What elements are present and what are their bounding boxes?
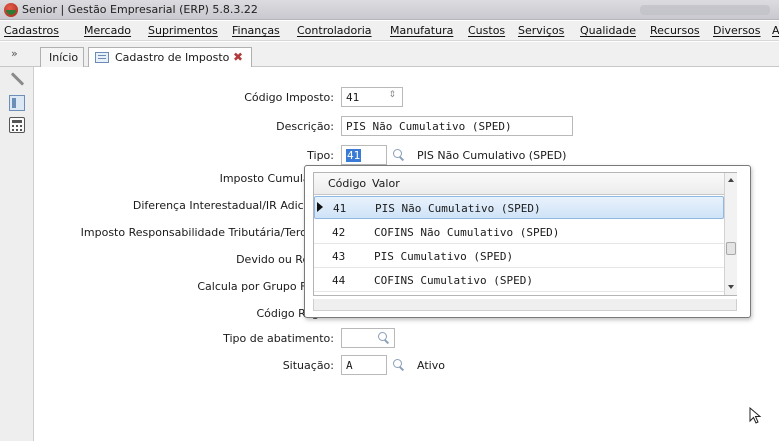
cell-valor: PIS Cumulativo (SPED) bbox=[374, 250, 514, 263]
wrench-icon[interactable] bbox=[9, 71, 25, 87]
tab-inicio[interactable]: Início bbox=[40, 47, 84, 67]
senior-app-icon bbox=[4, 3, 18, 17]
column-header-codigo[interactable]: Código bbox=[328, 177, 366, 190]
menu-cadastros[interactable]: Cadastros bbox=[4, 24, 59, 37]
cell-codigo: 44 bbox=[332, 274, 346, 287]
table-row[interactable]: 44 COFINS Cumulativo (SPED) bbox=[314, 269, 724, 292]
cell-valor: PIS Não Cumulativo (SPED) bbox=[375, 202, 541, 215]
codigo-imposto-value: 41 bbox=[346, 91, 360, 104]
menu-overflow[interactable]: A bbox=[772, 24, 779, 37]
calculator-icon[interactable] bbox=[9, 117, 25, 133]
menu-custos[interactable]: Custos bbox=[468, 24, 505, 37]
menu-financas[interactable]: Finanças bbox=[232, 24, 280, 37]
descricao-input[interactable]: PIS Não Cumulativo (SPED) bbox=[341, 116, 573, 136]
grid-header: Código Valor bbox=[314, 173, 724, 195]
menu-diversos[interactable]: Diversos bbox=[713, 24, 761, 37]
tipo-description: PIS Não Cumulativo (SPED) bbox=[417, 149, 567, 162]
vertical-scrollbar[interactable] bbox=[724, 173, 737, 295]
blurred-title-region bbox=[640, 5, 770, 15]
column-header-valor[interactable]: Valor bbox=[372, 177, 400, 190]
responsabilidade-tributaria-label: Imposto Responsabilidade Tributária/Terc… bbox=[80, 226, 334, 239]
scroll-up-icon[interactable] bbox=[728, 178, 734, 182]
search-icon[interactable] bbox=[391, 147, 407, 163]
tipo-value: 41 bbox=[346, 149, 362, 162]
horizontal-scrollbar[interactable] bbox=[313, 299, 737, 311]
tab-bar: » Início Cadastro de Imposto ✖ bbox=[0, 42, 779, 68]
descricao-label: Descrição: bbox=[276, 120, 334, 133]
codigo-imposto-input[interactable]: 41 ⇕ bbox=[341, 87, 403, 107]
table-row[interactable]: 41 PIS Não Cumulativo (SPED) bbox=[314, 196, 724, 219]
search-icon[interactable] bbox=[376, 330, 392, 346]
form-document-icon bbox=[95, 52, 109, 63]
codigo-imposto-label: Código Imposto: bbox=[244, 91, 334, 104]
lookup-grid: Código Valor 41 PIS Não Cumulativo (SPED… bbox=[313, 172, 737, 296]
close-icon[interactable]: ✖ bbox=[233, 50, 243, 64]
menu-recursos[interactable]: Recursos bbox=[650, 24, 700, 37]
table-row[interactable]: 43 PIS Cumulativo (SPED) bbox=[314, 245, 724, 268]
tipo-lookup-popup: Código Valor 41 PIS Não Cumulativo (SPED… bbox=[304, 165, 751, 318]
situacao-input[interactable]: A bbox=[341, 355, 387, 375]
left-toolstrip bbox=[0, 67, 34, 441]
menu-suprimentos[interactable]: Suprimentos bbox=[148, 24, 218, 37]
tab-inicio-label: Início bbox=[49, 51, 79, 64]
cell-codigo: 42 bbox=[332, 226, 346, 239]
window-title: Senior | Gestão Empresarial (ERP) 5.8.3.… bbox=[22, 3, 258, 16]
descricao-value: PIS Não Cumulativo (SPED) bbox=[346, 120, 512, 133]
tipo-abatimento-label: Tipo de abatimento: bbox=[223, 332, 334, 345]
spinner-icon[interactable]: ⇕ bbox=[388, 90, 396, 100]
situacao-label: Situação: bbox=[282, 359, 334, 372]
cell-valor: COFINS Cumulativo (SPED) bbox=[374, 274, 533, 287]
scroll-down-icon[interactable] bbox=[728, 285, 734, 289]
panel-icon[interactable] bbox=[9, 95, 25, 111]
scroll-thumb[interactable] bbox=[726, 242, 736, 255]
mouse-cursor-icon bbox=[749, 407, 762, 424]
table-row[interactable]: 42 COFINS Não Cumulativo (SPED) bbox=[314, 221, 724, 244]
tab-overflow-icon[interactable]: » bbox=[11, 47, 18, 60]
situacao-description: Ativo bbox=[417, 359, 445, 372]
cell-valor: COFINS Não Cumulativo (SPED) bbox=[374, 226, 560, 239]
tipo-input[interactable]: 41 bbox=[341, 145, 387, 165]
tipo-abatimento-input[interactable] bbox=[341, 328, 395, 348]
title-bar: Senior | Gestão Empresarial (ERP) 5.8.3.… bbox=[0, 0, 779, 20]
menu-qualidade[interactable]: Qualidade bbox=[580, 24, 636, 37]
row-pointer-icon bbox=[317, 202, 323, 212]
menu-mercado[interactable]: Mercado bbox=[84, 24, 131, 37]
menu-manufatura[interactable]: Manufatura bbox=[390, 24, 453, 37]
tab-cadastro-imposto-label: Cadastro de Imposto bbox=[115, 51, 230, 64]
search-icon[interactable] bbox=[391, 357, 407, 373]
menu-servicos[interactable]: Serviços bbox=[518, 24, 564, 37]
cell-codigo: 41 bbox=[333, 202, 347, 215]
menu-bar: Cadastros Mercado Suprimentos Finanças C… bbox=[0, 21, 779, 41]
tipo-label: Tipo: bbox=[307, 149, 334, 162]
tab-cadastro-imposto[interactable]: Cadastro de Imposto ✖ bbox=[88, 47, 252, 68]
menu-controladoria[interactable]: Controladoria bbox=[297, 24, 372, 37]
situacao-value: A bbox=[346, 359, 353, 372]
cell-codigo: 43 bbox=[332, 250, 346, 263]
